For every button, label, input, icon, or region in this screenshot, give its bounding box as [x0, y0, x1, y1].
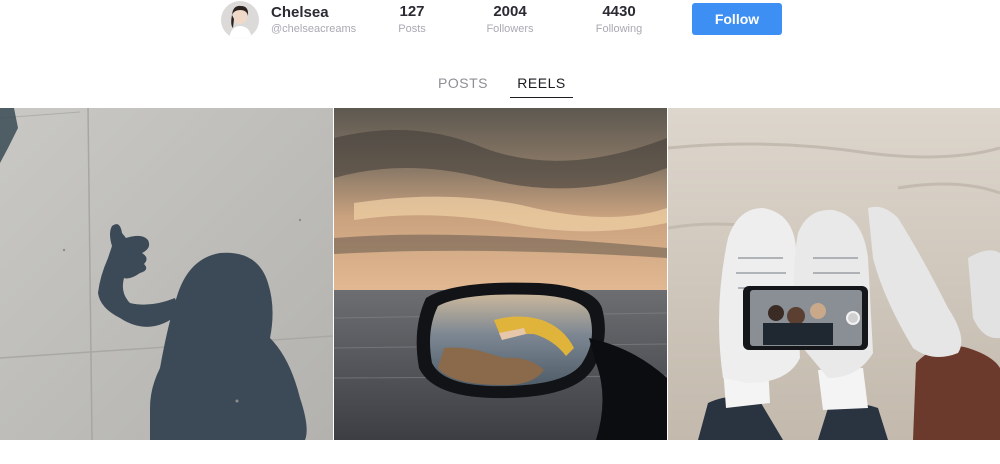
beach-sneakers-selfie-photo: [668, 108, 1000, 440]
profile-name: Chelsea: [271, 4, 329, 21]
stat-following[interactable]: 4430 Following: [579, 3, 659, 36]
follow-button[interactable]: Follow: [692, 3, 782, 35]
stat-posts[interactable]: 127 Posts: [372, 3, 452, 36]
stat-following-value: 4430: [602, 3, 636, 20]
reels-grid: [0, 108, 1000, 440]
profile-handle: @chelseacreams: [271, 23, 357, 35]
stat-posts-label: Posts: [398, 23, 426, 35]
shadow-thumbs-up-photo: [0, 108, 333, 440]
reel-tile-sunset-mirror[interactable]: [334, 108, 667, 440]
avatar[interactable]: [221, 1, 259, 39]
reel-tile-beach-sneakers[interactable]: [668, 108, 1000, 440]
tab-reels[interactable]: REELS: [510, 75, 573, 98]
profile-tabs: POSTS REELS: [0, 70, 1000, 100]
stat-followers-label: Followers: [486, 23, 534, 35]
tab-posts[interactable]: POSTS: [438, 75, 488, 91]
stat-followers-value: 2004: [493, 3, 527, 20]
stat-posts-value: 127: [399, 3, 425, 20]
stat-followers[interactable]: 2004 Followers: [470, 3, 550, 36]
profile-header: Chelsea @chelseacreams 127 Posts 2004 Fo…: [0, 0, 1000, 44]
reel-tile-shadow[interactable]: [0, 108, 333, 440]
sunset-car-mirror-photo: [334, 108, 667, 440]
stat-following-label: Following: [595, 23, 643, 35]
